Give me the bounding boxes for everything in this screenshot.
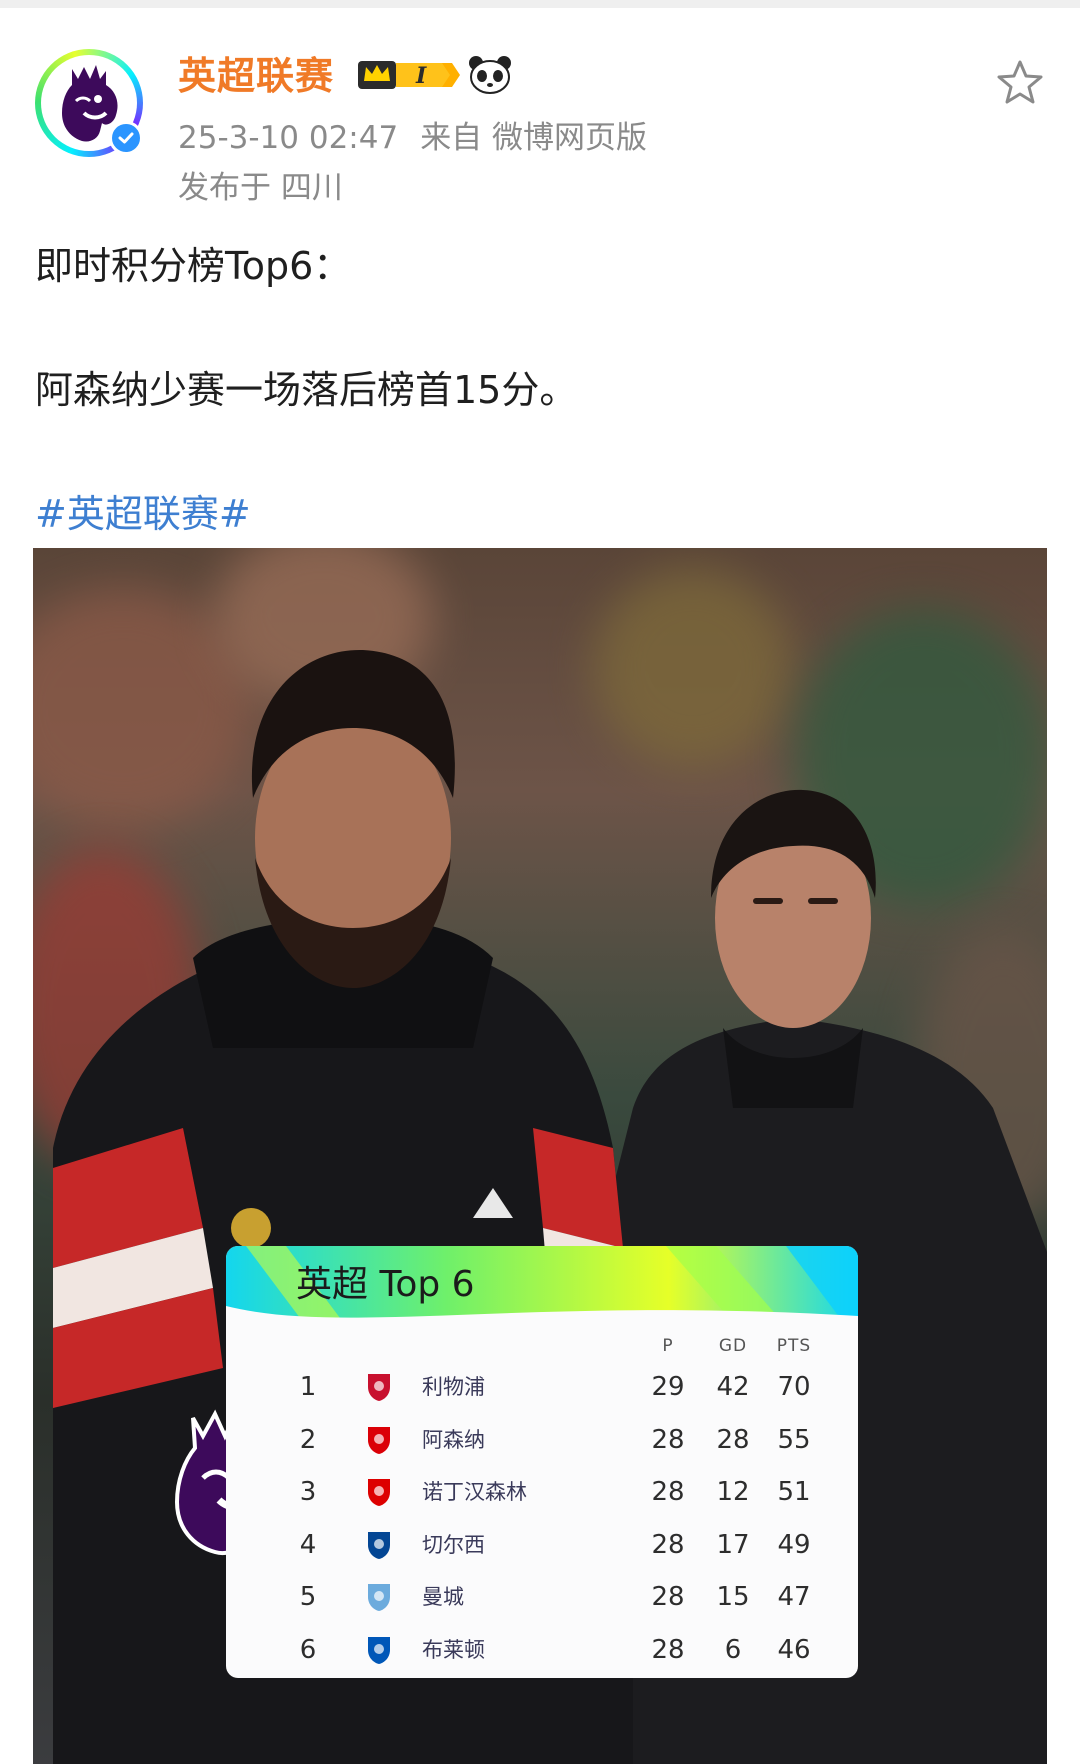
team-name: 利物浦: [422, 1375, 485, 1399]
star-outline-icon[interactable]: [995, 58, 1045, 108]
table-row: 2 阿森纳 28 28 55: [226, 1414, 858, 1466]
liverpool-crest-icon: [368, 1374, 390, 1401]
post-location: 发布于 四川: [178, 170, 343, 206]
rank-cell: 4: [299, 1529, 317, 1560]
goal-diff-cell: 42: [716, 1372, 750, 1402]
goal-diff-cell: 15: [716, 1582, 750, 1612]
played-cell: 29: [651, 1372, 685, 1402]
team-name: 布莱顿: [422, 1637, 485, 1662]
table-row: 3 诺丁汉森林 28 12 51: [226, 1466, 858, 1518]
played-cell: 28: [651, 1477, 685, 1507]
rank-cell: 2: [299, 1424, 317, 1455]
standings-title: 英超 Top 6: [296, 1264, 475, 1305]
points-cell: 46: [777, 1634, 811, 1665]
goal-diff-cell: 12: [716, 1477, 750, 1507]
username[interactable]: 英超联赛: [178, 52, 334, 100]
man-city-crest-icon: [368, 1584, 390, 1611]
post-text-line-1: 即时积分榜Top6：: [35, 244, 352, 288]
goal-diff-cell: 17: [716, 1529, 750, 1560]
rank-cell: 3: [299, 1477, 317, 1507]
standings-table: 英超 Top 6 P GD PTS 1 利物浦 29 42 70 2 阿森纳 28 28 55 3 诺…: [226, 1246, 858, 1678]
hashtag-link[interactable]: #英超联赛#: [35, 489, 251, 539]
col-header-gd: GD: [718, 1336, 748, 1356]
team-name: 曼城: [422, 1585, 464, 1609]
rank-cell: 5: [299, 1582, 317, 1612]
brighton-crest-icon: [368, 1636, 390, 1664]
played-cell: 28: [651, 1424, 685, 1455]
arsenal-crest-icon: [368, 1426, 390, 1454]
points-cell: 47: [777, 1582, 811, 1612]
goal-diff-cell: 28: [716, 1424, 750, 1455]
verified-check-icon: [109, 121, 143, 155]
post-source: 来自 微博网页版: [420, 120, 648, 156]
rank-cell: 1: [299, 1372, 317, 1402]
chelsea-crest-icon: [368, 1531, 390, 1559]
post-meta: 25-3-10 02:47 来自 微博网页版: [178, 118, 647, 158]
vip-crown-badge-icon[interactable]: I: [354, 57, 460, 93]
team-name: 阿森纳: [422, 1427, 485, 1452]
points-cell: 49: [777, 1529, 811, 1560]
points-cell: 55: [777, 1424, 811, 1455]
table-row: 5 曼城 28 15 47: [226, 1571, 858, 1623]
played-cell: 28: [651, 1634, 685, 1665]
goal-diff-cell: 6: [724, 1634, 742, 1665]
nottingham-forest-crest-icon: [368, 1479, 390, 1506]
panda-icon: [469, 56, 511, 94]
table-row: 1 利物浦 29 42 70: [226, 1361, 858, 1413]
timestamp: 25-3-10 02:47: [178, 120, 399, 156]
table-row: 4 切尔西 28 17 49: [226, 1519, 858, 1571]
col-header-p: P: [662, 1336, 674, 1356]
post-text-line-2: 阿森纳少赛一场落后榜首15分。: [35, 368, 578, 412]
played-cell: 28: [651, 1582, 685, 1612]
table-row: 6 布莱顿 28 6 46: [226, 1624, 858, 1676]
top-divider: [0, 0, 1080, 8]
team-name: 切尔西: [422, 1532, 485, 1557]
badge-level: I: [415, 63, 427, 89]
points-cell: 51: [777, 1477, 811, 1507]
played-cell: 28: [651, 1529, 685, 1560]
rank-cell: 6: [299, 1634, 317, 1665]
col-header-pts: PTS: [776, 1336, 812, 1356]
points-cell: 70: [777, 1372, 811, 1402]
team-name: 诺丁汉森林: [422, 1480, 527, 1504]
